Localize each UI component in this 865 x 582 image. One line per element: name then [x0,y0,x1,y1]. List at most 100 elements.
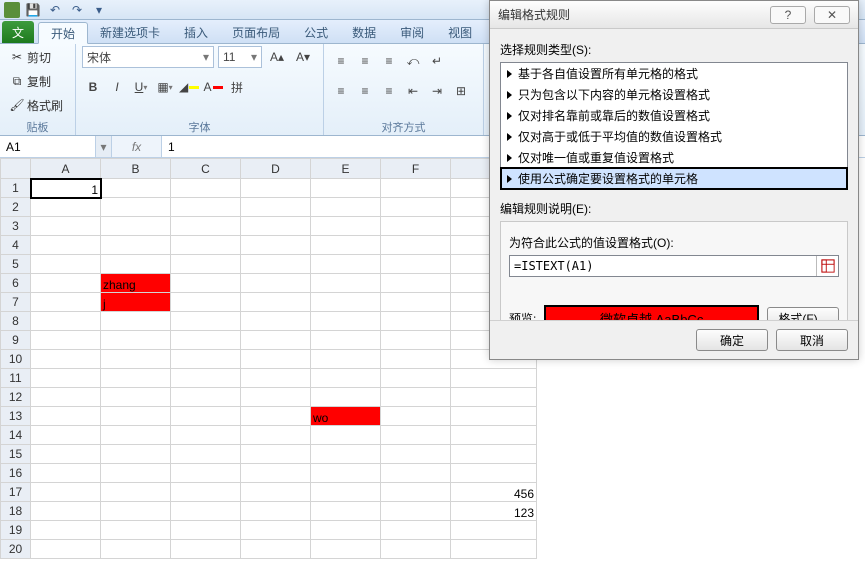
orientation-button[interactable]: ⤺ [402,50,424,72]
cell[interactable] [241,483,311,502]
font-size-select[interactable]: 11▾ [218,46,262,68]
row-header[interactable]: 2 [1,198,31,217]
cell[interactable] [311,179,381,198]
cell[interactable] [381,445,451,464]
cell[interactable] [171,388,241,407]
tab-page-layout[interactable]: 页面布局 [220,21,292,43]
cell[interactable] [171,445,241,464]
cell[interactable] [311,350,381,369]
row-header[interactable]: 3 [1,217,31,236]
column-header[interactable]: B [101,159,171,179]
cell[interactable] [311,483,381,502]
cell[interactable] [381,483,451,502]
cell[interactable] [31,483,101,502]
cell[interactable] [171,236,241,255]
rule-type-item[interactable]: 只为包含以下内容的单元格设置格式 [501,84,847,105]
tab-home[interactable]: 开始 [38,22,88,44]
decrease-indent-button[interactable]: ⇤ [402,80,424,102]
cell[interactable] [31,331,101,350]
cell[interactable] [381,179,451,198]
cell[interactable] [311,255,381,274]
cell[interactable] [171,274,241,293]
cell[interactable] [101,198,171,217]
close-button[interactable]: ✕ [814,6,850,24]
cell[interactable] [381,369,451,388]
cell[interactable] [241,274,311,293]
cell[interactable] [311,464,381,483]
borders-button[interactable]: ▦▾ [154,76,176,98]
row-header[interactable]: 5 [1,255,31,274]
cell[interactable] [381,312,451,331]
tab-insert[interactable]: 插入 [172,21,220,43]
cell[interactable] [31,426,101,445]
cell[interactable] [31,540,101,559]
rule-type-item[interactable]: 基于各自值设置所有单元格的格式 [501,63,847,84]
cell[interactable] [171,350,241,369]
cell[interactable] [241,217,311,236]
cell[interactable] [171,502,241,521]
cell[interactable] [101,407,171,426]
cell[interactable] [311,217,381,236]
cell[interactable] [451,426,537,445]
cell[interactable] [311,331,381,350]
select-all-corner[interactable] [1,159,31,179]
ok-button[interactable]: 确定 [696,329,768,351]
cell[interactable] [451,388,537,407]
cell[interactable] [381,350,451,369]
tab-review[interactable]: 审阅 [388,21,436,43]
row-header[interactable]: 12 [1,388,31,407]
rule-type-list[interactable]: 基于各自值设置所有单元格的格式只为包含以下内容的单元格设置格式仅对排名靠前或靠后… [500,62,848,190]
row-header[interactable]: 1 [1,179,31,198]
cell[interactable] [171,255,241,274]
cell[interactable]: zhang [101,274,171,293]
help-button[interactable]: ? [770,6,806,24]
cell[interactable] [241,331,311,350]
fx-icon[interactable]: fx [132,140,141,154]
cell[interactable] [311,369,381,388]
cell[interactable]: j [101,293,171,312]
cell[interactable] [171,407,241,426]
dialog-titlebar[interactable]: 编辑格式规则 ? ✕ [490,1,858,29]
cell[interactable] [171,540,241,559]
rule-type-item[interactable]: 使用公式确定要设置格式的单元格 [501,168,847,189]
cell[interactable] [31,445,101,464]
cell[interactable] [381,407,451,426]
underline-button[interactable]: U▾ [130,76,152,98]
cell[interactable] [381,293,451,312]
align-middle-button[interactable]: ≡ [354,50,376,72]
cell[interactable] [31,255,101,274]
cell[interactable] [381,217,451,236]
rule-type-item[interactable]: 仅对唯一值或重复值设置格式 [501,147,847,168]
bold-button[interactable]: B [82,76,104,98]
cell[interactable] [311,502,381,521]
tab-formulas[interactable]: 公式 [292,21,340,43]
cell[interactable] [31,521,101,540]
column-header[interactable]: C [171,159,241,179]
cell[interactable]: 456 [451,483,537,502]
cell[interactable] [171,464,241,483]
cell[interactable] [31,198,101,217]
cell[interactable] [381,521,451,540]
row-header[interactable]: 11 [1,369,31,388]
row-header[interactable]: 9 [1,331,31,350]
cell[interactable]: wo [311,407,381,426]
cell[interactable] [241,369,311,388]
cell[interactable] [311,540,381,559]
cell[interactable] [171,179,241,198]
cell[interactable] [241,312,311,331]
increase-font-button[interactable]: A▴ [266,46,288,68]
cell[interactable] [31,274,101,293]
cell[interactable] [101,255,171,274]
row-header[interactable]: 20 [1,540,31,559]
row-header[interactable]: 7 [1,293,31,312]
rule-type-item[interactable]: 仅对排名靠前或靠后的数值设置格式 [501,105,847,126]
column-header[interactable]: A [31,159,101,179]
cell[interactable] [311,274,381,293]
row-header[interactable]: 10 [1,350,31,369]
cell[interactable] [31,217,101,236]
formula-field[interactable] [509,255,839,277]
column-header[interactable]: F [381,159,451,179]
cell[interactable] [171,483,241,502]
cell[interactable] [101,236,171,255]
cell[interactable] [311,312,381,331]
